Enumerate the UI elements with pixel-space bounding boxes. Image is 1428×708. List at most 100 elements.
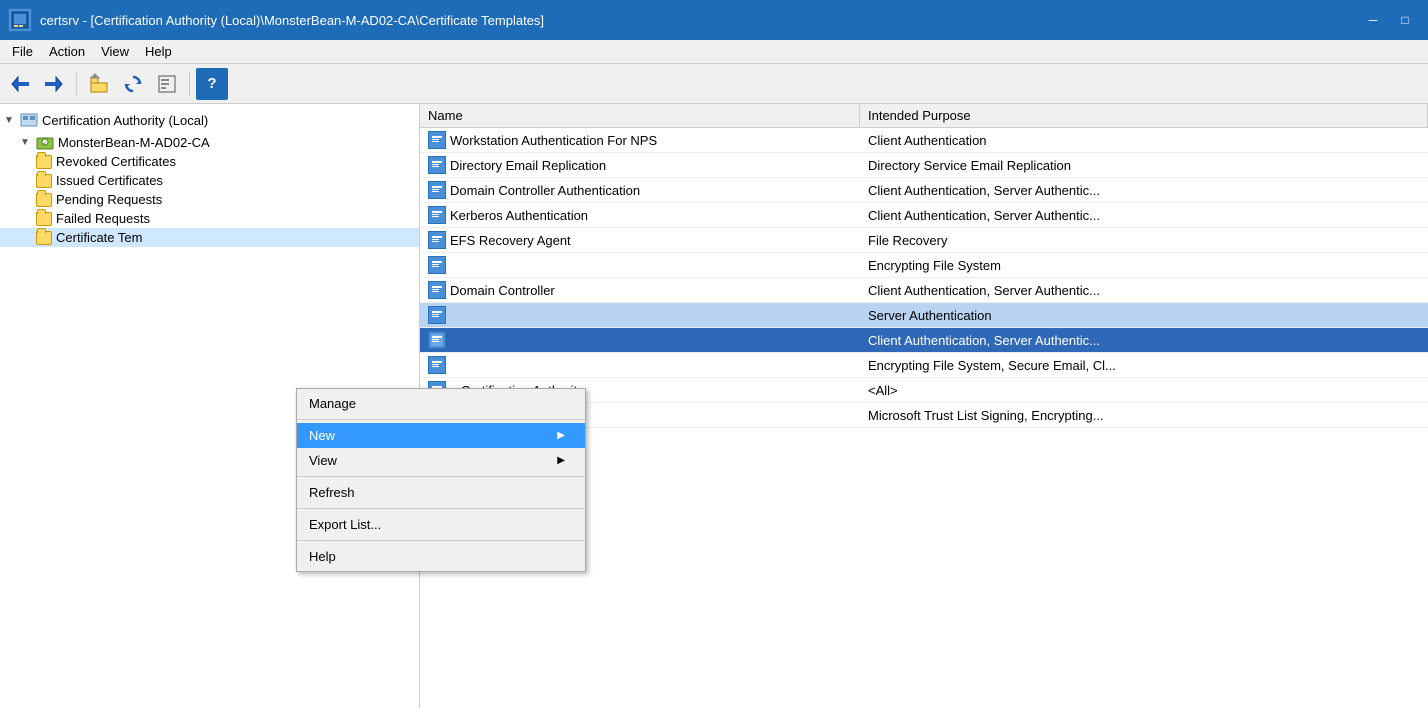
folder-icon-failed [36,212,52,226]
list-row[interactable]: EFS Recovery Agent File Recovery [420,228,1428,253]
tree-node-issued[interactable]: Issued Certificates [0,171,419,190]
tree-revoked-label: Revoked Certificates [56,154,176,169]
col-header-name: Name [420,104,860,127]
tree-monsterbean-label: MonsterBean-M-AD02-CA [58,135,210,150]
ctx-view-arrow [557,455,565,466]
svg-text:✓: ✓ [42,141,47,147]
folder-icon-cert-templates [36,231,52,245]
folder-icon-pending [36,193,52,207]
ctx-refresh[interactable]: Refresh [297,480,585,505]
maximize-button[interactable]: □ [1390,6,1420,34]
list-cell-name: Kerberos Authentication [420,203,860,227]
tree-node-failed[interactable]: Failed Requests [0,209,419,228]
cert-template-icon [428,156,446,174]
window-controls[interactable]: ─ □ [1358,6,1420,34]
refresh-button[interactable] [117,68,149,100]
list-row[interactable]: Domain Controller Client Authentication,… [420,278,1428,303]
list-cell-purpose: Client Authentication, Server Authentic.… [860,280,1428,301]
ctx-new-arrow [557,430,565,441]
tree-root-ca-local[interactable]: ▼ Certification Authority (Local) [0,108,419,132]
col-header-purpose: Intended Purpose [860,104,1428,127]
list-cell-purpose-server-auth: Server Authentication [860,305,1428,326]
folder-icon-revoked [36,155,52,169]
list-cell-name: Domain Controller Authentication [420,178,860,202]
tree-cert-templates-label: Certificate Tem [56,230,142,245]
list-row[interactable]: Encrypting File System, Secure Email, Cl… [420,353,1428,378]
list-cell-purpose: Client Authentication [860,130,1428,151]
menu-action[interactable]: Action [41,41,93,63]
ctx-manage[interactable]: Manage [297,391,585,416]
up-button[interactable] [83,68,115,100]
list-cell-purpose: Encrypting File System, Secure Email, Cl… [860,355,1428,376]
title-bar: certsrv - [Certification Authority (Loca… [0,0,1428,40]
cert-template-icon [428,331,446,349]
app-icon [8,8,32,32]
ctx-separator-4 [297,540,585,541]
list-cell-purpose: Microsoft Trust List Signing, Encrypting… [860,405,1428,426]
list-cell-name [420,253,860,277]
list-row[interactable]: Domain Controller Authentication Client … [420,178,1428,203]
list-row-server-auth[interactable]: Server Authentication [420,303,1428,328]
toolbar: ? [0,64,1428,104]
toolbar-sep-1 [76,72,77,96]
menu-view[interactable]: View [93,41,137,63]
list-cell-name: Directory Email Replication [420,153,860,177]
list-cell-name: Workstation Authentication For NPS [420,128,860,152]
list-row[interactable]: Workstation Authentication For NPS Clien… [420,128,1428,153]
minimize-button[interactable]: ─ [1358,6,1388,34]
tree-node-cert-templates[interactable]: Certificate Tem [0,228,419,247]
cert-template-icon [428,256,446,274]
tree-node-revoked[interactable]: Revoked Certificates [0,152,419,171]
cert-template-icon [428,231,446,249]
list-row[interactable]: Directory Email Replication Directory Se… [420,153,1428,178]
ctx-separator-2 [297,476,585,477]
list-row-selected[interactable]: Client Authentication, Server Authentic.… [420,328,1428,353]
list-cell-name [420,328,860,352]
cert-template-icon [428,131,446,149]
list-cell-purpose: <All> [860,380,1428,401]
ctx-new[interactable]: New [297,423,585,448]
ctx-view[interactable]: View [297,448,585,473]
menu-file[interactable]: File [4,41,41,63]
cert-template-icon [428,356,446,374]
list-row[interactable]: Encrypting File System [420,253,1428,278]
tree-node-monsterbean[interactable]: ▼ ✓ MonsterBean-M-AD02-CA [0,132,419,152]
folder-icon-issued [36,174,52,188]
ca-local-icon [20,111,38,129]
cert-template-icon [428,306,446,324]
cert-template-icon [428,181,446,199]
main-content: ▼ Certification Authority (Local) ▼ ✓ Mo… [0,104,1428,708]
ca-icon: ✓ [36,134,54,150]
menu-bar: File Action View Help [0,40,1428,64]
cert-template-icon [428,206,446,224]
menu-help[interactable]: Help [137,41,180,63]
tree-root-label: Certification Authority (Local) [42,113,208,128]
list-cell-purpose: Directory Service Email Replication [860,155,1428,176]
help-button[interactable]: ? [196,68,228,100]
ctx-separator-1 [297,419,585,420]
forward-button[interactable] [38,68,70,100]
ctx-help[interactable]: Help [297,544,585,569]
list-cell-name [420,353,860,377]
tree-node-pending[interactable]: Pending Requests [0,190,419,209]
list-row[interactable]: Kerberos Authentication Client Authentic… [420,203,1428,228]
list-cell-purpose: Client Authentication, Server Authentic.… [860,180,1428,201]
tree-failed-label: Failed Requests [56,211,150,226]
context-menu[interactable]: Manage New View Refresh Export List... H… [296,388,586,572]
tree-pending-label: Pending Requests [56,192,162,207]
cert-template-icon [428,281,446,299]
ctx-separator-3 [297,508,585,509]
export-button[interactable] [151,68,183,100]
expand-arrow-mb: ▼ [20,137,32,148]
window-title: certsrv - [Certification Authority (Loca… [40,13,1358,28]
list-cell-name: EFS Recovery Agent [420,228,860,252]
list-cell-purpose: Client Authentication, Server Authentic.… [860,330,1428,351]
list-cell-name: Domain Controller [420,278,860,302]
list-cell-name [420,303,860,327]
list-header: Name Intended Purpose [420,104,1428,128]
list-cell-purpose: Client Authentication, Server Authentic.… [860,205,1428,226]
expand-arrow-root: ▼ [4,115,16,126]
toolbar-sep-2 [189,72,190,96]
ctx-export[interactable]: Export List... [297,512,585,537]
back-button[interactable] [4,68,36,100]
